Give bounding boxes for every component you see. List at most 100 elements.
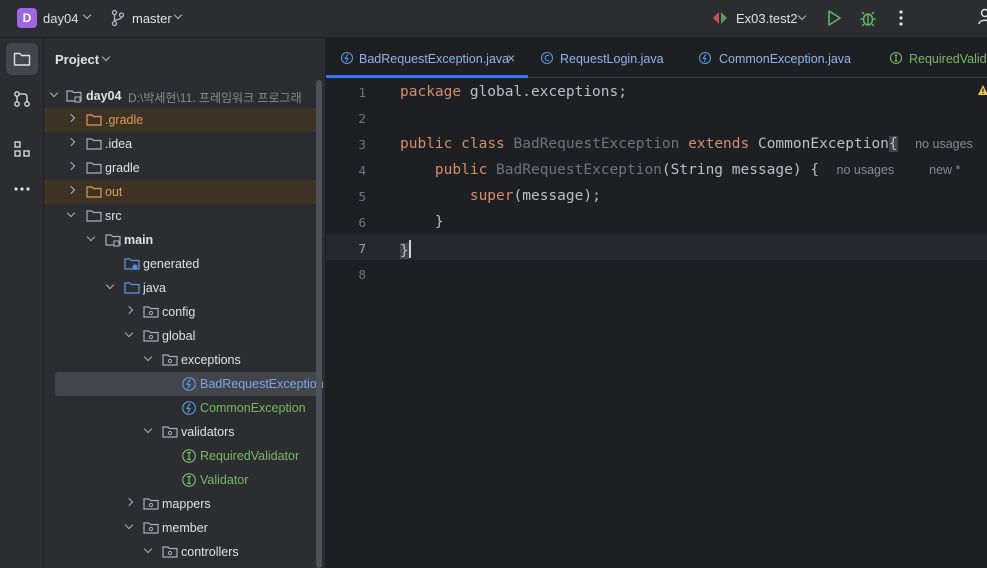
expand-arrow-icon[interactable] [86,232,96,242]
panel-scrollbar[interactable] [316,80,322,568]
expand-arrow-icon[interactable] [124,305,134,315]
generated-sources-folder-icon [124,258,140,270]
project-tool-button[interactable] [6,43,38,75]
tree-item-out[interactable]: out [44,180,316,204]
chevron-down-icon[interactable] [797,11,807,21]
keyword: public [400,136,453,152]
package-icon [162,426,178,438]
user-icon[interactable] [978,8,987,26]
folder-icon [86,138,102,150]
more-tools-button[interactable] [6,173,38,205]
usage-hint[interactable]: no usages [915,137,973,151]
tree-item-gradle-cache[interactable]: .gradle [44,108,316,132]
expand-arrow-icon[interactable] [66,185,76,195]
expand-arrow-icon[interactable] [124,520,134,530]
chevron-down-icon[interactable] [82,10,92,20]
tree-item-label: validators [181,425,235,439]
structure-tool-button[interactable] [6,133,38,165]
expand-arrow-icon[interactable] [124,497,134,507]
git-branch-icon[interactable] [111,9,125,27]
tree-item-global[interactable]: global [44,324,316,348]
run-configuration-selector[interactable]: Ex03.test2 [736,11,797,26]
project-badge[interactable]: D [17,8,37,28]
tree-item-label: generated [143,257,200,271]
module-folder-icon [66,90,82,103]
tree-item-validators[interactable]: validators [44,420,316,444]
tree-item-label: global [162,329,196,343]
code-line[interactable]: package global.exceptions; [400,84,627,100]
expand-arrow-icon[interactable] [105,280,115,290]
tree-item-idea[interactable]: .idea [44,132,316,156]
active-tab-indicator [326,75,528,78]
code-text: { [888,136,898,152]
tree-item-validator[interactable]: Validator [44,468,316,492]
tree-item-badrequestexception[interactable]: BadRequestException [55,372,324,396]
expand-arrow-icon[interactable] [66,208,76,218]
panel-title[interactable]: Project [55,52,99,67]
expand-arrow-icon[interactable] [143,424,153,434]
code-line[interactable]: public class BadRequestException extends… [400,136,973,152]
code-line[interactable]: } [400,240,411,259]
tab-requestlogin[interactable]: RequestLogin.java [528,38,688,78]
code-line[interactable]: public BadRequestException(String messag… [400,162,961,178]
expand-arrow-icon[interactable] [124,328,134,338]
expand-arrow-icon[interactable] [143,352,153,362]
expand-arrow-icon[interactable] [143,544,153,554]
chevron-down-icon[interactable] [101,52,111,62]
tree-item-day04[interactable]: day04 D:\박세현\11. 프레임워크 프로그래 [44,84,316,108]
project-selector[interactable]: day04 [43,11,78,26]
tree-item-label: day04 [86,89,122,103]
class-name: BadRequestException [513,136,680,152]
code-line[interactable]: super(message); [400,188,601,204]
folder-icon [86,186,102,198]
tab-requiredvalidator[interactable]: RequiredValid [878,38,987,78]
constructor-name: BadRequestException [496,162,662,178]
tree-item-exceptions[interactable]: exceptions [44,348,316,372]
code-line[interactable]: } [400,214,444,230]
expand-arrow-icon[interactable] [66,113,76,123]
tab-commonexception[interactable]: CommonException.java [688,38,878,78]
package-icon [143,498,159,510]
expand-arrow-icon[interactable] [66,161,76,171]
tree-item-src[interactable]: src [44,204,316,228]
tree-item-commonexception[interactable]: CommonException [44,396,316,420]
folder-icon [86,162,102,174]
folder-icon [86,114,102,126]
interface-icon [182,449,196,463]
tree-item-requiredvalidator[interactable]: RequiredValidator [44,444,316,468]
tree-item-label: Validator [200,473,249,487]
branch-selector[interactable]: master [132,11,172,26]
tree-item-member[interactable]: member [44,516,316,540]
tree-item-label: src [105,209,122,223]
tree-item-label: mappers [162,497,211,511]
expand-arrow-icon[interactable] [49,88,59,98]
more-vertical-icon[interactable] [896,9,906,27]
tab-badrequestexception[interactable]: BadRequestException.java × [326,38,528,78]
tree-item-gradle[interactable]: gradle [44,156,316,180]
tree-item-config[interactable]: config [44,300,316,324]
expand-arrow-icon[interactable] [66,137,76,147]
line-number: 1 [358,85,366,100]
tree-item-label: config [162,305,196,319]
commit-tool-button[interactable] [6,83,38,115]
author-hint[interactable]: new * [929,163,960,177]
tree-item-label: BadRequestException [200,377,324,391]
tree-item-java[interactable]: java [44,276,316,300]
package-icon [143,306,159,318]
interface-icon [182,473,196,487]
tree-item-main[interactable]: main [44,228,316,252]
run-icon[interactable] [826,9,842,27]
tree-item-label: member [162,521,208,535]
debug-icon[interactable] [859,9,877,27]
usage-hint[interactable]: no usages [837,163,895,177]
keyword: extends [688,136,750,152]
close-icon[interactable]: × [507,50,515,66]
title-bar: D day04 master Ex03.test2 [0,0,987,38]
warning-icon[interactable] [977,84,987,96]
chevron-down-icon[interactable] [173,10,183,20]
tree-item-mappers[interactable]: mappers [44,492,316,516]
editor-tabs: BadRequestException.java × RequestLogin.… [326,38,987,78]
tree-item-generated[interactable]: generated [44,252,316,276]
exception-class-icon [340,51,354,65]
tree-item-controllers[interactable]: controllers [44,540,316,564]
